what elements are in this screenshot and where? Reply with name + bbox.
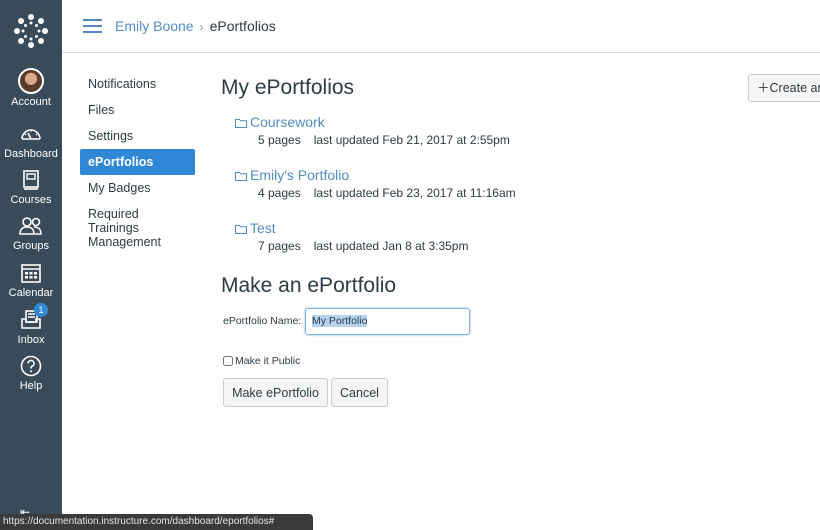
make-eportfolio-button[interactable]: Make ePortfolio bbox=[223, 378, 328, 407]
portfolio-updated: last updated Jan 8 at 3:35pm bbox=[313, 239, 469, 253]
nav-label: Calendar bbox=[8, 287, 54, 299]
nav-label: Account bbox=[11, 96, 51, 108]
breadcrumb-current: ePortfolios bbox=[209, 18, 276, 34]
hamburger-menu-icon[interactable] bbox=[83, 19, 102, 33]
nav-help[interactable]: Help bbox=[0, 354, 62, 392]
inbox-unread-badge: 1 bbox=[34, 303, 48, 317]
create-eportfolio-button[interactable]: ＋Create an bbox=[748, 74, 820, 102]
folder-icon bbox=[235, 225, 247, 234]
folder-icon bbox=[235, 119, 247, 128]
portfolio-item: Test 7 pages last updated Jan 8 at 3:35pm bbox=[235, 220, 468, 253]
main-content: My ePortfolios bbox=[221, 76, 354, 100]
nav-account[interactable]: Account bbox=[0, 68, 62, 108]
global-navigation: Account Dashboard Courses Groups Calenda… bbox=[0, 0, 62, 530]
make-eportfolio-heading: Make an ePortfolio bbox=[221, 274, 397, 297]
nav-label: Inbox bbox=[17, 334, 45, 346]
subnav-notifications[interactable]: Notifications bbox=[80, 71, 195, 97]
breadcrumb-separator: › bbox=[199, 20, 204, 34]
nav-label: Groups bbox=[12, 240, 50, 252]
help-icon bbox=[20, 355, 42, 377]
make-public-option: Make it Public bbox=[223, 355, 300, 367]
subnav-files[interactable]: Files bbox=[80, 97, 195, 123]
portfolio-pages: 4 pages bbox=[258, 186, 301, 200]
groups-icon bbox=[19, 217, 42, 235]
breadcrumb: Emily Boone › ePortfolios bbox=[115, 18, 276, 34]
nav-calendar[interactable]: Calendar bbox=[0, 261, 62, 299]
subnav-eportfolios[interactable]: ePortfolios bbox=[80, 149, 195, 175]
nav-dashboard[interactable]: Dashboard bbox=[0, 122, 62, 160]
nav-groups[interactable]: Groups bbox=[0, 214, 62, 252]
portfolio-item: Emily's Portfolio 4 pages last updated Fe… bbox=[235, 167, 516, 200]
create-button-label: Create an bbox=[769, 81, 820, 95]
browser-status-bar: https://documentation.instructure.com/da… bbox=[0, 514, 313, 530]
portfolio-link[interactable]: Coursework bbox=[250, 114, 325, 130]
portfolio-link[interactable]: Emily's Portfolio bbox=[250, 167, 349, 183]
portfolio-pages: 5 pages bbox=[258, 133, 301, 147]
cancel-button[interactable]: Cancel bbox=[331, 378, 388, 407]
courses-icon bbox=[23, 170, 39, 190]
subnav-required-trainings[interactable]: Required Trainings Management bbox=[80, 201, 195, 255]
eportfolio-name-value: My Portfolio bbox=[312, 315, 368, 327]
eportfolio-name-label: ePortfolio Name: bbox=[223, 315, 302, 327]
portfolio-pages: 7 pages bbox=[258, 239, 301, 253]
avatar bbox=[18, 68, 44, 94]
nav-label: Help bbox=[19, 380, 43, 392]
nav-courses[interactable]: Courses bbox=[0, 168, 62, 206]
page-header: Emily Boone › ePortfolios bbox=[62, 0, 820, 53]
subnav-my-badges[interactable]: My Badges bbox=[80, 175, 195, 201]
folder-icon bbox=[235, 172, 247, 181]
breadcrumb-user-link[interactable]: Emily Boone bbox=[115, 18, 194, 34]
make-public-label: Make it Public bbox=[235, 355, 301, 367]
calendar-icon bbox=[21, 264, 41, 283]
plus-icon: ＋ bbox=[757, 81, 770, 95]
nav-label: Courses bbox=[10, 194, 52, 206]
nav-inbox[interactable]: 1 Inbox bbox=[0, 303, 62, 346]
portfolio-link[interactable]: Test bbox=[250, 220, 276, 236]
user-subnav: Notifications Files Settings ePortfolios… bbox=[80, 71, 195, 255]
make-public-checkbox[interactable] bbox=[223, 356, 233, 366]
nav-label: Dashboard bbox=[4, 148, 58, 160]
eportfolio-name-input[interactable]: My Portfolio bbox=[305, 308, 470, 335]
dashboard-icon bbox=[21, 129, 41, 140]
portfolio-updated: last updated Feb 23, 2017 at 11:16am bbox=[313, 186, 516, 200]
subnav-settings[interactable]: Settings bbox=[80, 123, 195, 149]
canvas-logo-icon[interactable] bbox=[13, 13, 49, 49]
portfolio-item: Coursework 5 pages last updated Feb 21, 2… bbox=[235, 114, 510, 147]
portfolio-updated: last updated Feb 21, 2017 at 2:55pm bbox=[313, 133, 510, 147]
page-title: My ePortfolios bbox=[221, 76, 355, 99]
